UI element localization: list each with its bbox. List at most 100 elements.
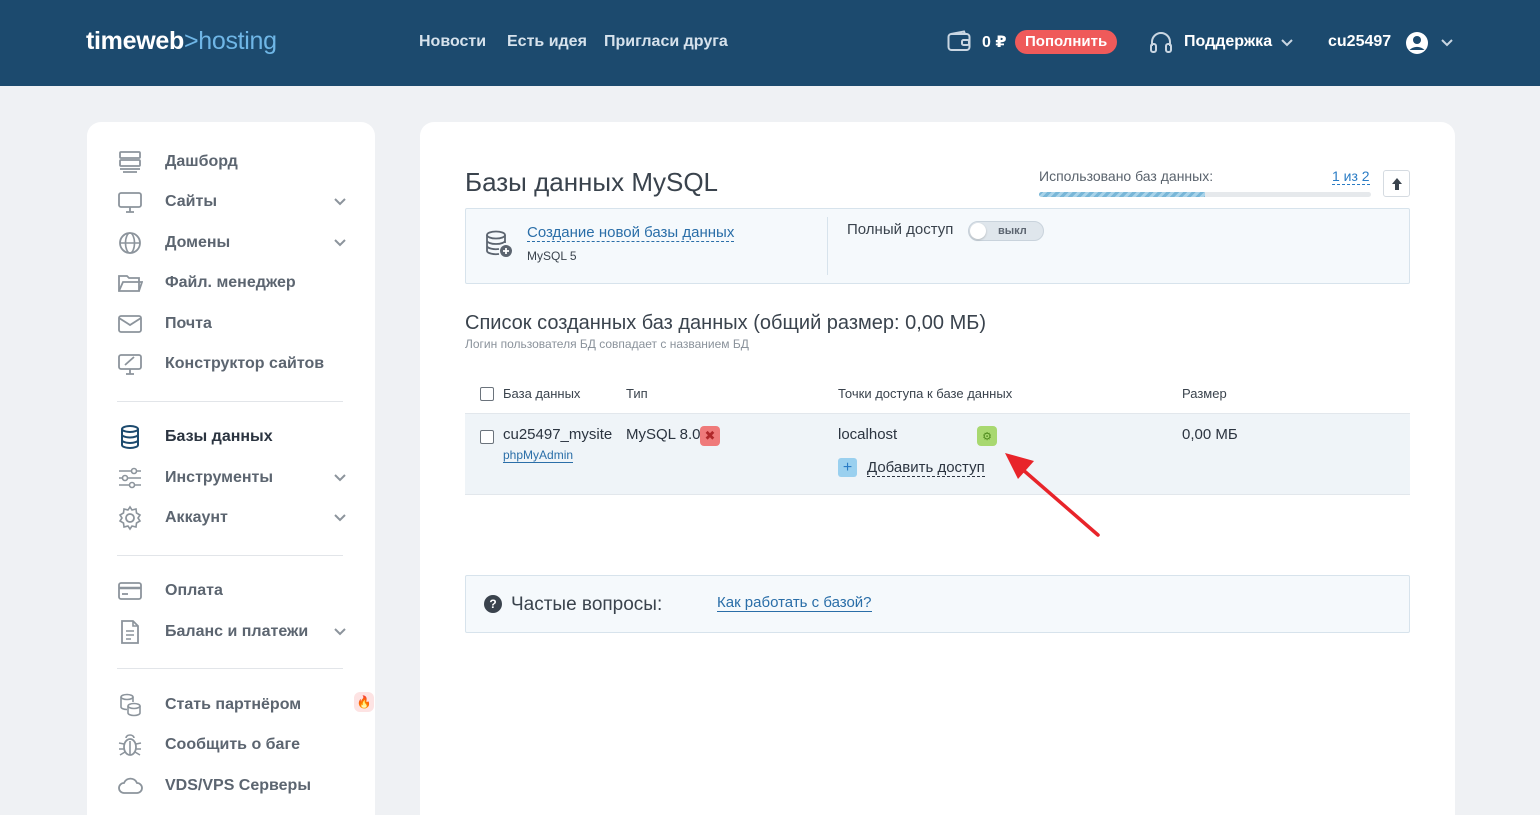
- faq-panel: ? Частые вопросы: Как работать с базой?: [465, 575, 1410, 633]
- faq-label: Частые вопросы:: [511, 594, 663, 615]
- sidebar-item-label: Баланс и платежи: [165, 623, 309, 640]
- database-name: cu25497_mysite: [503, 426, 613, 443]
- chevron-down-icon[interactable]: [333, 513, 347, 523]
- sidebar-item-label: Сообщить о баге: [165, 736, 300, 753]
- document-icon: [121, 620, 139, 644]
- topup-button[interactable]: Пополнить: [1015, 30, 1118, 54]
- scroll-up-button[interactable]: [1383, 170, 1410, 197]
- dashboard-icon: [119, 151, 141, 173]
- sliders-icon: [119, 467, 141, 489]
- nav-invite[interactable]: Пригласи друга: [604, 33, 728, 51]
- sidebar-item-label: Сайты: [165, 193, 217, 210]
- toggle-knob: [970, 223, 986, 239]
- chevron-down-icon[interactable]: [333, 197, 347, 207]
- row-checkbox[interactable]: [480, 430, 494, 444]
- sidebar-item-partner[interactable]: Стать партнёром 🔥: [117, 691, 374, 719]
- database-size: 0,00 МБ: [1182, 426, 1238, 443]
- sidebar-divider: [117, 401, 343, 402]
- sidebar: Дашборд Сайты Домены Файл. менеджер Почт…: [87, 122, 375, 815]
- card-icon: [118, 582, 142, 600]
- sidebar-item-dashboard[interactable]: Дашборд: [117, 148, 347, 176]
- create-database-link[interactable]: Создание новой базы данных: [527, 224, 735, 242]
- add-access-plus-icon[interactable]: +: [838, 458, 857, 477]
- balance-value: 0 ₽: [982, 34, 1007, 51]
- select-all-checkbox[interactable]: [480, 387, 494, 401]
- sidebar-divider: [117, 668, 343, 669]
- logo[interactable]: timeweb>hosting: [86, 27, 277, 56]
- sidebar-item-label: Файл. менеджер: [165, 274, 296, 291]
- column-header-access: Точки доступа к базе данных: [838, 386, 1013, 401]
- mail-icon: [118, 315, 142, 333]
- folder-icon: [118, 275, 143, 292]
- table-row: cu25497_mysite phpMyAdmin MySQL 8.0 ✖ lo…: [465, 414, 1410, 495]
- cloud-icon: [118, 777, 143, 794]
- sidebar-divider: [117, 555, 343, 556]
- globe-icon: [119, 232, 141, 254]
- usage-link[interactable]: 1 из 2: [1332, 168, 1370, 185]
- list-subtitle: Логин пользователя БД совпадает с назван…: [465, 337, 749, 351]
- logo-separator: >: [183, 27, 199, 55]
- usage-label: Использовано баз данных:: [1039, 168, 1214, 184]
- sidebar-item-account[interactable]: Аккаунт: [117, 504, 347, 532]
- sidebar-item-file-manager[interactable]: Файл. менеджер: [117, 269, 347, 297]
- create-database-version: MySQL 5: [527, 249, 577, 263]
- usage-progress-fill: [1039, 192, 1205, 197]
- nav-news[interactable]: Новости: [419, 33, 486, 51]
- column-header-type: Тип: [626, 386, 648, 401]
- support-menu[interactable]: Поддержка: [1184, 33, 1272, 51]
- phpmyadmin-link[interactable]: phpMyAdmin: [503, 448, 574, 463]
- main-panel: Базы данных MySQL Использовано баз данны…: [420, 122, 1455, 815]
- add-access-link[interactable]: Добавить доступ: [867, 459, 985, 477]
- question-icon: ?: [484, 595, 502, 613]
- database-add-icon: [486, 230, 512, 257]
- full-access-toggle[interactable]: выкл: [968, 221, 1044, 241]
- sidebar-item-domains[interactable]: Домены: [117, 229, 347, 257]
- column-header-database: База данных: [503, 386, 581, 401]
- sidebar-item-sites[interactable]: Сайты: [117, 188, 347, 216]
- sidebar-item-builder[interactable]: Конструктор сайтов: [117, 350, 347, 378]
- sidebar-item-label: Стать партнёром: [165, 696, 302, 713]
- nav-idea[interactable]: Есть идея: [507, 33, 587, 51]
- chevron-down-icon[interactable]: [333, 627, 347, 637]
- delete-database-button[interactable]: ✖: [700, 426, 720, 446]
- sidebar-item-label: Домены: [165, 234, 231, 251]
- sidebar-item-label: Аккаунт: [165, 509, 228, 526]
- annotation-arrow-icon: [1005, 453, 1100, 537]
- sidebar-item-balance[interactable]: Баланс и платежи: [117, 618, 347, 646]
- builder-icon: [118, 354, 142, 375]
- sidebar-item-label: VDS/VPS Серверы: [165, 777, 311, 794]
- sidebar-item-mail[interactable]: Почта: [117, 310, 347, 338]
- bug-icon: [118, 734, 142, 756]
- sidebar-item-label: Дашборд: [165, 153, 238, 170]
- sidebar-item-vds[interactable]: VDS/VPS Серверы: [117, 772, 347, 800]
- sidebar-item-label: Базы данных: [165, 428, 273, 445]
- chevron-down-icon[interactable]: [333, 238, 347, 248]
- access-settings-button[interactable]: ⚙: [977, 426, 997, 446]
- database-icon: [121, 425, 139, 449]
- full-access-label: Полный доступ: [847, 221, 954, 238]
- sidebar-item-payment[interactable]: Оплата: [117, 577, 347, 605]
- sidebar-item-tools[interactable]: Инструменты: [117, 464, 347, 492]
- sidebar-item-label: Конструктор сайтов: [165, 355, 325, 372]
- user-menu[interactable]: cu25497: [1328, 33, 1391, 51]
- sidebar-item-label: Инструменты: [165, 469, 274, 486]
- chevron-down-icon[interactable]: [1280, 38, 1294, 48]
- access-host: localhost: [838, 426, 898, 443]
- monitor-icon: [118, 192, 142, 213]
- sidebar-item-label: Оплата: [165, 582, 223, 599]
- sidebar-item-databases[interactable]: Базы данных: [117, 423, 347, 451]
- coins-icon: [120, 693, 141, 717]
- fire-icon: 🔥: [354, 692, 374, 712]
- column-header-size: Размер: [1182, 386, 1227, 401]
- chevron-down-icon[interactable]: [1440, 38, 1454, 48]
- sidebar-item-report-bug[interactable]: Сообщить о баге: [117, 731, 347, 759]
- arrow-up-icon: [1391, 177, 1402, 190]
- panel-divider: [827, 217, 828, 275]
- gear-icon: [118, 505, 142, 531]
- user-avatar-icon[interactable]: [1405, 31, 1429, 55]
- chevron-down-icon[interactable]: [333, 473, 347, 483]
- faq-link[interactable]: Как работать с базой?: [717, 594, 872, 612]
- list-title: Список созданных баз данных (общий разме…: [465, 312, 987, 334]
- headset-icon: [1150, 32, 1172, 53]
- usage-progress-bar: [1039, 192, 1371, 197]
